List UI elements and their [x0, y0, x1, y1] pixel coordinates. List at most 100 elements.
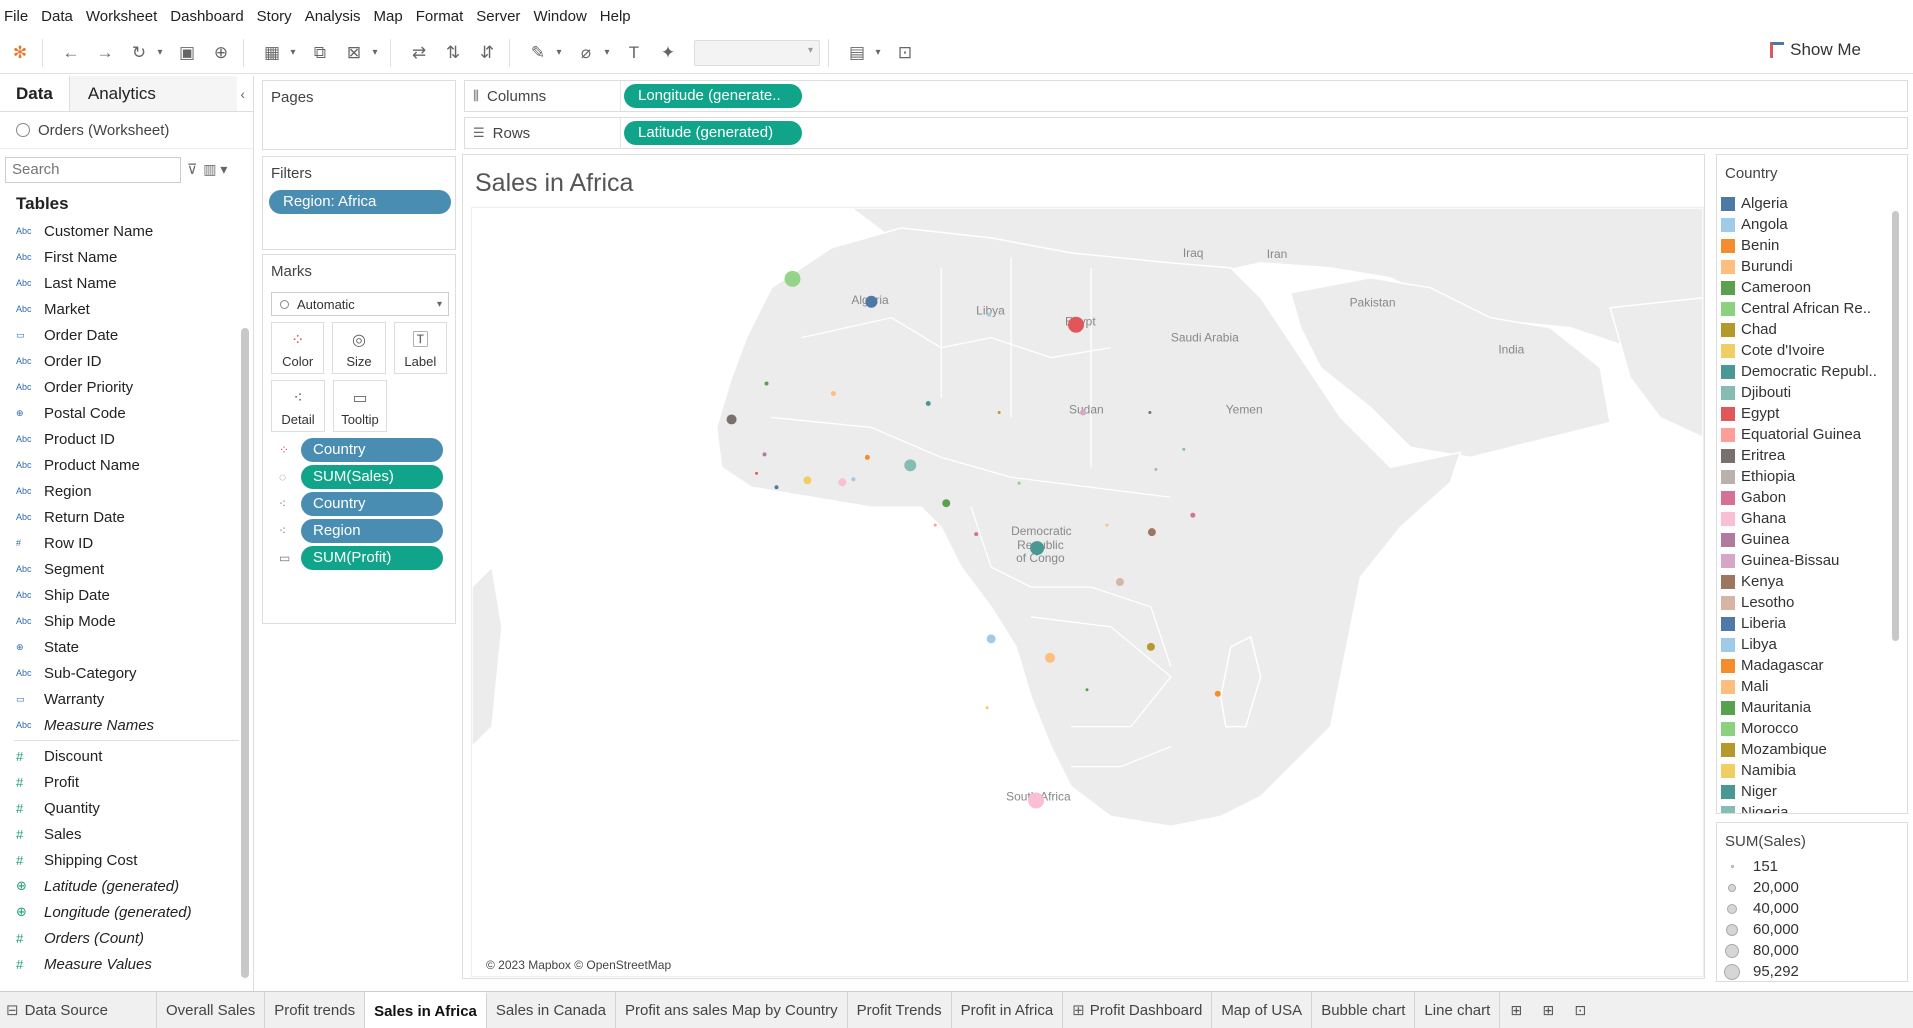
rows-shelf[interactable]: ☰ Rows Latitude (generated): [464, 117, 1908, 149]
legend-item[interactable]: Gabon: [1721, 487, 1891, 508]
menu-item-server[interactable]: Server: [476, 8, 520, 25]
new-worksheet-icon[interactable]: ▦: [258, 39, 286, 67]
legend-scrollbar[interactable]: [1892, 211, 1899, 641]
size-legend-item[interactable]: 95,292: [1717, 961, 1907, 982]
columns-shelf[interactable]: ⫼ Columns Longitude (generate..: [464, 80, 1908, 112]
field-item[interactable]: Abc Sub-Category: [0, 660, 253, 686]
chevron-down-icon[interactable]: ▾: [153, 39, 167, 67]
legend-item[interactable]: Democratic Republ..: [1721, 361, 1891, 382]
filter-icon[interactable]: ⊽: [187, 161, 197, 178]
clear-sheet-icon[interactable]: ⊠: [340, 39, 368, 67]
sheet-tab[interactable]: Profit ans sales Map by Country: [616, 991, 848, 1028]
legend-item[interactable]: Madagascar: [1721, 655, 1891, 676]
marks-pill[interactable]: SUM(Profit): [301, 545, 443, 570]
marks-pill[interactable]: SUM(Sales): [301, 464, 443, 489]
field-item[interactable]: ⊕ Latitude (generated): [0, 873, 253, 899]
save-icon[interactable]: ▣: [173, 39, 201, 67]
field-item[interactable]: Abc Last Name: [0, 270, 253, 296]
legend-item[interactable]: Burundi: [1721, 256, 1891, 277]
new-story-tab-icon[interactable]: ⊡: [1564, 992, 1596, 1028]
legend-item[interactable]: Algeria: [1721, 193, 1891, 214]
legend-item[interactable]: Lesotho: [1721, 592, 1891, 613]
sheet-tab[interactable]: Sales in Canada: [487, 991, 616, 1028]
swap-rows-columns-icon[interactable]: ⇄: [405, 39, 433, 67]
legend-item[interactable]: Egypt: [1721, 403, 1891, 424]
legend-item[interactable]: Mozambique: [1721, 739, 1891, 760]
new-datasource-icon[interactable]: ⊕: [207, 39, 235, 67]
field-item[interactable]: Abc Order Priority: [0, 374, 253, 400]
show-me-button[interactable]: Show Me: [1770, 40, 1861, 60]
presentation-mode-icon[interactable]: ⊡: [891, 39, 919, 67]
fit-dropdown[interactable]: [694, 39, 820, 66]
legend-item[interactable]: Niger: [1721, 781, 1891, 802]
legend-item[interactable]: Eritrea: [1721, 445, 1891, 466]
size-legend-item[interactable]: 60,000: [1717, 919, 1907, 940]
pages-shelf[interactable]: Pages: [262, 80, 456, 150]
sheet-tab[interactable]: Sales in Africa: [365, 991, 487, 1028]
field-item[interactable]: Abc Market: [0, 296, 253, 322]
highlight-icon[interactable]: ✎: [524, 39, 552, 67]
collapse-pane-icon[interactable]: ‹: [240, 86, 245, 102]
field-item[interactable]: ▭ Warranty: [0, 686, 253, 712]
legend-item[interactable]: Cameroon: [1721, 277, 1891, 298]
legend-item[interactable]: Nigeria: [1721, 802, 1891, 813]
legend-item[interactable]: Guinea: [1721, 529, 1891, 550]
legend-item[interactable]: Chad: [1721, 319, 1891, 340]
legend-item[interactable]: Angola: [1721, 214, 1891, 235]
field-item[interactable]: # Shipping Cost: [0, 847, 253, 873]
menu-item-data[interactable]: Data: [41, 8, 73, 25]
menu-item-file[interactable]: File: [4, 8, 28, 25]
map-attribution[interactable]: © 2023 Mapbox © OpenStreetMap: [486, 958, 671, 972]
chevron-down-icon[interactable]: ▾: [600, 39, 614, 67]
legend-item[interactable]: Libya: [1721, 634, 1891, 655]
legend-item[interactable]: Ghana: [1721, 508, 1891, 529]
size-button[interactable]: ◎ Size: [332, 322, 386, 374]
menu-item-analysis[interactable]: Analysis: [305, 8, 361, 25]
menu-item-format[interactable]: Format: [416, 8, 464, 25]
menu-item-window[interactable]: Window: [533, 8, 586, 25]
menu-item-story[interactable]: Story: [257, 8, 292, 25]
sheet-tab[interactable]: Profit in Africa: [952, 991, 1064, 1028]
sheet-tab[interactable]: Line chart: [1415, 991, 1501, 1028]
sheet-tab[interactable]: Profit Trends: [848, 991, 952, 1028]
field-item[interactable]: Abc Ship Date: [0, 582, 253, 608]
label-button[interactable]: 🅃 Label: [393, 322, 447, 374]
mark-type-dropdown[interactable]: Automatic: [271, 292, 449, 316]
field-item[interactable]: ⊕ Postal Code: [0, 400, 253, 426]
marks-pill[interactable]: Country: [301, 437, 443, 462]
tableau-logo-icon[interactable]: ✻: [6, 39, 34, 67]
legend-item[interactable]: Kenya: [1721, 571, 1891, 592]
legend-item[interactable]: Guinea-Bissau: [1721, 550, 1891, 571]
field-item[interactable]: # Quantity: [0, 795, 253, 821]
undo-icon[interactable]: ←: [57, 39, 85, 67]
legend-item[interactable]: Equatorial Guinea: [1721, 424, 1891, 445]
tab-data-source[interactable]: ⊟ Data Source: [0, 991, 157, 1028]
size-legend-item[interactable]: 151: [1717, 856, 1907, 877]
datasource-item[interactable]: Orders (Worksheet): [0, 112, 253, 148]
sort-ascending-icon[interactable]: ⇅: [439, 39, 467, 67]
legend-item[interactable]: Benin: [1721, 235, 1891, 256]
field-item[interactable]: ⊕ State: [0, 634, 253, 660]
legend-item[interactable]: Djibouti: [1721, 382, 1891, 403]
color-button[interactable]: ⁘ Color: [271, 322, 325, 374]
field-item[interactable]: Abc Measure Names: [0, 712, 253, 738]
field-item[interactable]: ⊕ Longitude (generated): [0, 899, 253, 925]
legend-item[interactable]: Ethiopia: [1721, 466, 1891, 487]
field-item[interactable]: Abc Product ID: [0, 426, 253, 452]
field-item[interactable]: # Orders (Count): [0, 925, 253, 951]
field-item[interactable]: # Profit: [0, 769, 253, 795]
chevron-down-icon[interactable]: ▾: [368, 39, 382, 67]
field-item[interactable]: # Discount: [0, 743, 253, 769]
chevron-down-icon[interactable]: ▾: [286, 39, 300, 67]
duplicate-sheet-icon[interactable]: ⧉: [306, 39, 334, 67]
legend-item[interactable]: Namibia: [1721, 760, 1891, 781]
legend-item[interactable]: Cote d'Ivoire: [1721, 340, 1891, 361]
menu-item-dashboard[interactable]: Dashboard: [170, 8, 243, 25]
view-options-icon[interactable]: ▥ ▾: [203, 161, 227, 178]
group-members-icon[interactable]: ⌀: [572, 39, 600, 67]
size-legend-item[interactable]: 80,000: [1717, 940, 1907, 961]
legend-item[interactable]: Mauritania: [1721, 697, 1891, 718]
chevron-down-icon[interactable]: ▾: [552, 39, 566, 67]
sheet-tab[interactable]: Profit trends: [265, 991, 366, 1028]
menu-item-map[interactable]: Map: [374, 8, 403, 25]
